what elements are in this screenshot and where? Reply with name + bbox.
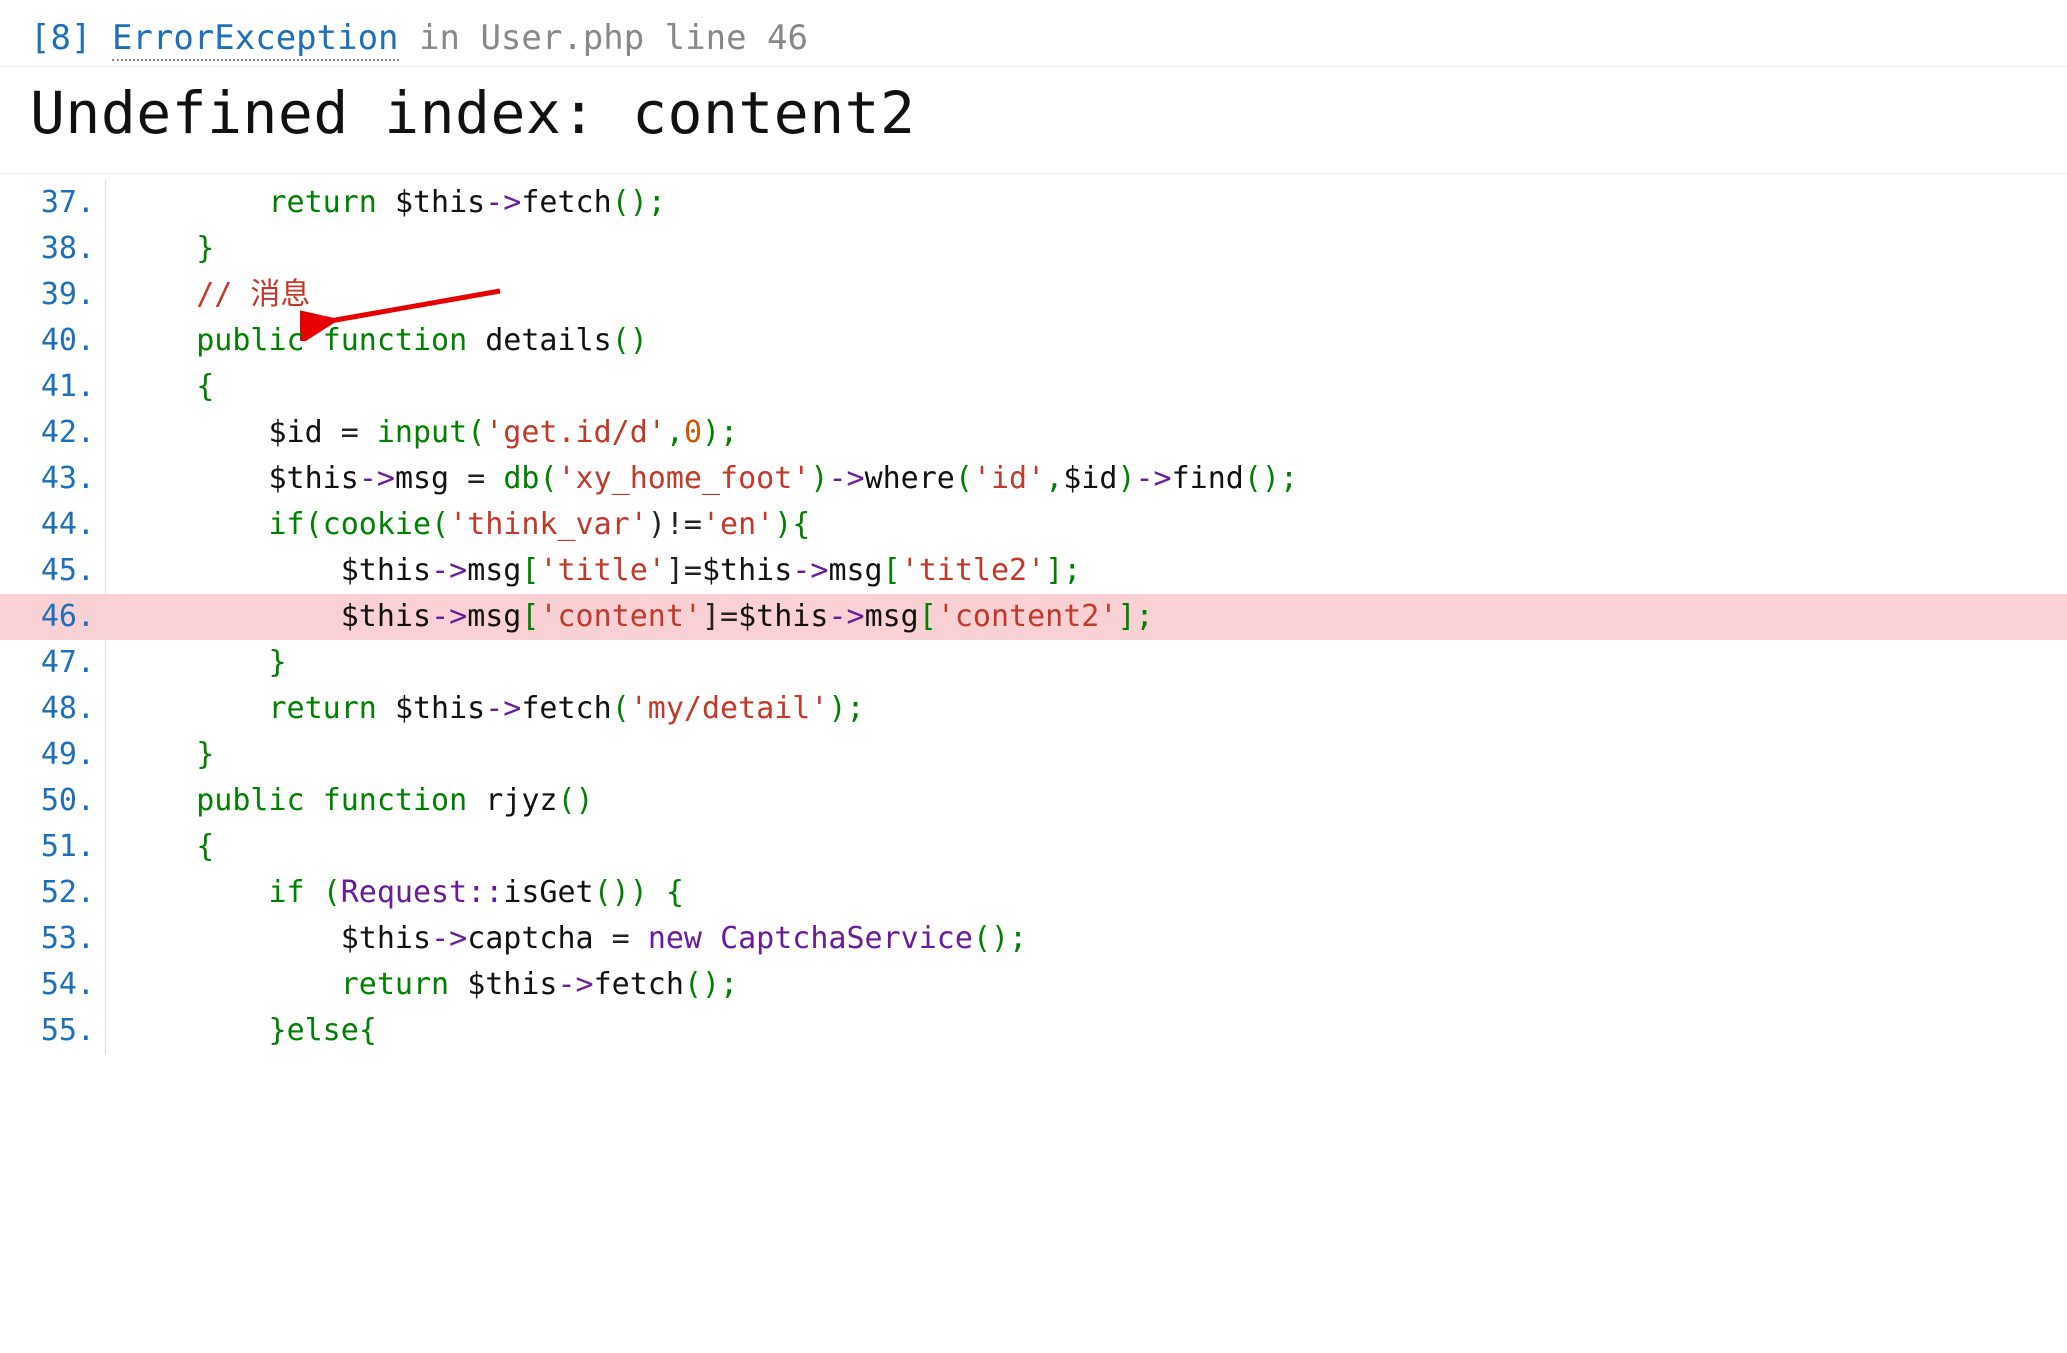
code-line: 41. { [0,364,2067,410]
code-content: } [106,732,2067,778]
line-number: 49. [0,732,106,778]
code-content: } [106,226,2067,272]
code-content: return $this->fetch(); [106,180,2067,226]
code-content: }else{ [106,1008,2067,1054]
code-line: 45. $this->msg['title']=$this->msg['titl… [0,548,2067,594]
code-line: 55. }else{ [0,1008,2067,1054]
line-number: 37. [0,180,106,226]
error-number: 8 [50,18,70,58]
error-title: Undefined index: content2 [0,67,2067,174]
code-content: $this->captcha = new CaptchaService(); [106,916,2067,962]
line-number: 43. [0,456,106,502]
line-number: 51. [0,824,106,870]
code-content: return $this->fetch('my/detail'); [106,686,2067,732]
code-content: $id = input('get.id/d',0); [106,410,2067,456]
code-content: { [106,824,2067,870]
code-line: 48. return $this->fetch('my/detail'); [0,686,2067,732]
code-line: 47. } [0,640,2067,686]
code-content: $this->msg = db('xy_home_foot')->where('… [106,456,2067,502]
line-number: 48. [0,686,106,732]
code-line: 42. $id = input('get.id/d',0); [0,410,2067,456]
line-number: 44. [0,502,106,548]
code-content: if (Request::isGet()) { [106,870,2067,916]
exception-header: [8] ErrorException in User.php line 46 [0,0,2067,67]
line-number: 42. [0,410,106,456]
line-number: 39. [0,272,106,318]
in-word: in [419,18,460,58]
code-line: 54. return $this->fetch(); [0,962,2067,1008]
line-number: 45. [0,548,106,594]
line-number: 52. [0,870,106,916]
line-number: 54. [0,962,106,1008]
bracket-open: [ [30,18,50,58]
code-content: { [106,364,2067,410]
line-number: 55. [0,1008,106,1054]
source-code-block: 37. return $this->fetch();38. }39. // 消息… [0,174,2067,1054]
line-number: 50. [0,778,106,824]
line-number: 38. [0,226,106,272]
code-line: 50. public function rjyz() [0,778,2067,824]
code-content: $this->msg['content']=$this->msg['conten… [106,594,2067,640]
line-number: 46. [0,594,106,640]
code-line: 39. // 消息 [0,272,2067,318]
code-line: 43. $this->msg = db('xy_home_foot')->whe… [0,456,2067,502]
exception-link[interactable]: ErrorException [112,18,399,61]
code-line: 40. public function details() [0,318,2067,364]
code-content: return $this->fetch(); [106,962,2067,1008]
code-content: public function details() [106,318,2067,364]
code-line: 44. if(cookie('think_var')!='en'){ [0,502,2067,548]
code-content: } [106,640,2067,686]
code-content: // 消息 [106,272,2067,318]
code-line: 52. if (Request::isGet()) { [0,870,2067,916]
line-number: 40. [0,318,106,364]
code-line: 49. } [0,732,2067,778]
code-content: if(cookie('think_var')!='en'){ [106,502,2067,548]
code-line: 51. { [0,824,2067,870]
line-number: 41. [0,364,106,410]
code-content: public function rjyz() [106,778,2067,824]
file-location: User.php line 46 [480,18,808,58]
code-line: 46. $this->msg['content']=$this->msg['co… [0,594,2067,640]
code-line: 37. return $this->fetch(); [0,180,2067,226]
line-number: 53. [0,916,106,962]
code-line: 38. } [0,226,2067,272]
code-line: 53. $this->captcha = new CaptchaService(… [0,916,2067,962]
code-content: $this->msg['title']=$this->msg['title2']… [106,548,2067,594]
bracket-close: ] [71,18,91,58]
line-number: 47. [0,640,106,686]
